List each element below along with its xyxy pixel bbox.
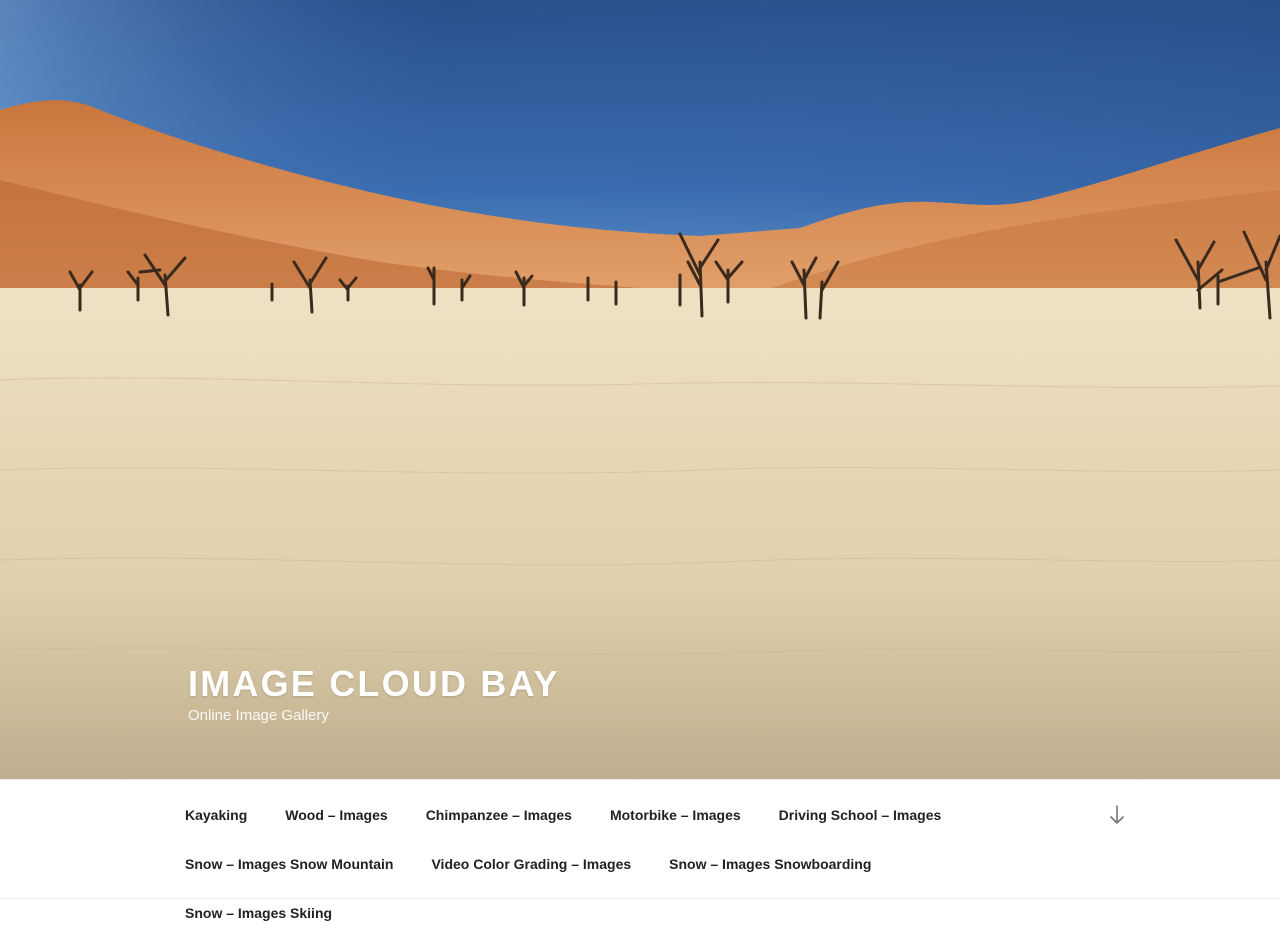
main-navigation: Kayaking Wood – Images Chimpanzee – Images… bbox=[0, 779, 1280, 921]
nav-item-driving-school: Driving School – Images bbox=[760, 791, 961, 840]
nav-item-snow-mountain: Snow – Images Snow Mountain bbox=[166, 840, 412, 889]
nav-link-kayaking[interactable]: Kayaking bbox=[166, 791, 266, 840]
header-hero: Image Cloud Bay Online Image Gallery bbox=[0, 0, 1280, 779]
nav-item-skiing: Snow – Images Skiing bbox=[166, 889, 351, 938]
nav-link-video-color-grading[interactable]: Video Color Grading – Images bbox=[412, 840, 650, 889]
nav-link-snow-mountain[interactable]: Snow – Images Snow Mountain bbox=[166, 840, 412, 889]
scroll-down-button[interactable] bbox=[1104, 802, 1130, 828]
nav-link-driving-school[interactable]: Driving School – Images bbox=[760, 791, 961, 840]
nav-item-kayaking: Kayaking bbox=[166, 791, 266, 840]
nav-item-wood: Wood – Images bbox=[266, 791, 406, 840]
site-description: Online Image Gallery bbox=[188, 707, 329, 724]
nav-link-snowboarding[interactable]: Snow – Images Snowboarding bbox=[650, 840, 890, 889]
nav-link-motorbike[interactable]: Motorbike – Images bbox=[591, 791, 760, 840]
nav-link-skiing[interactable]: Snow – Images Skiing bbox=[166, 889, 351, 938]
nav-link-wood[interactable]: Wood – Images bbox=[266, 791, 406, 840]
nav-menu: Kayaking Wood – Images Chimpanzee – Images… bbox=[166, 791, 1066, 938]
nav-item-motorbike: Motorbike – Images bbox=[591, 791, 760, 840]
site-title[interactable]: Image Cloud Bay bbox=[188, 662, 560, 706]
arrow-down-icon bbox=[1110, 805, 1124, 824]
nav-item-snowboarding: Snow – Images Snowboarding bbox=[650, 840, 890, 889]
nav-item-video-color-grading: Video Color Grading – Images bbox=[412, 840, 650, 889]
site-branding: Image Cloud Bay Online Image Gallery bbox=[188, 662, 560, 726]
nav-item-chimpanzee: Chimpanzee – Images bbox=[407, 791, 591, 840]
nav-link-chimpanzee[interactable]: Chimpanzee – Images bbox=[407, 791, 591, 840]
